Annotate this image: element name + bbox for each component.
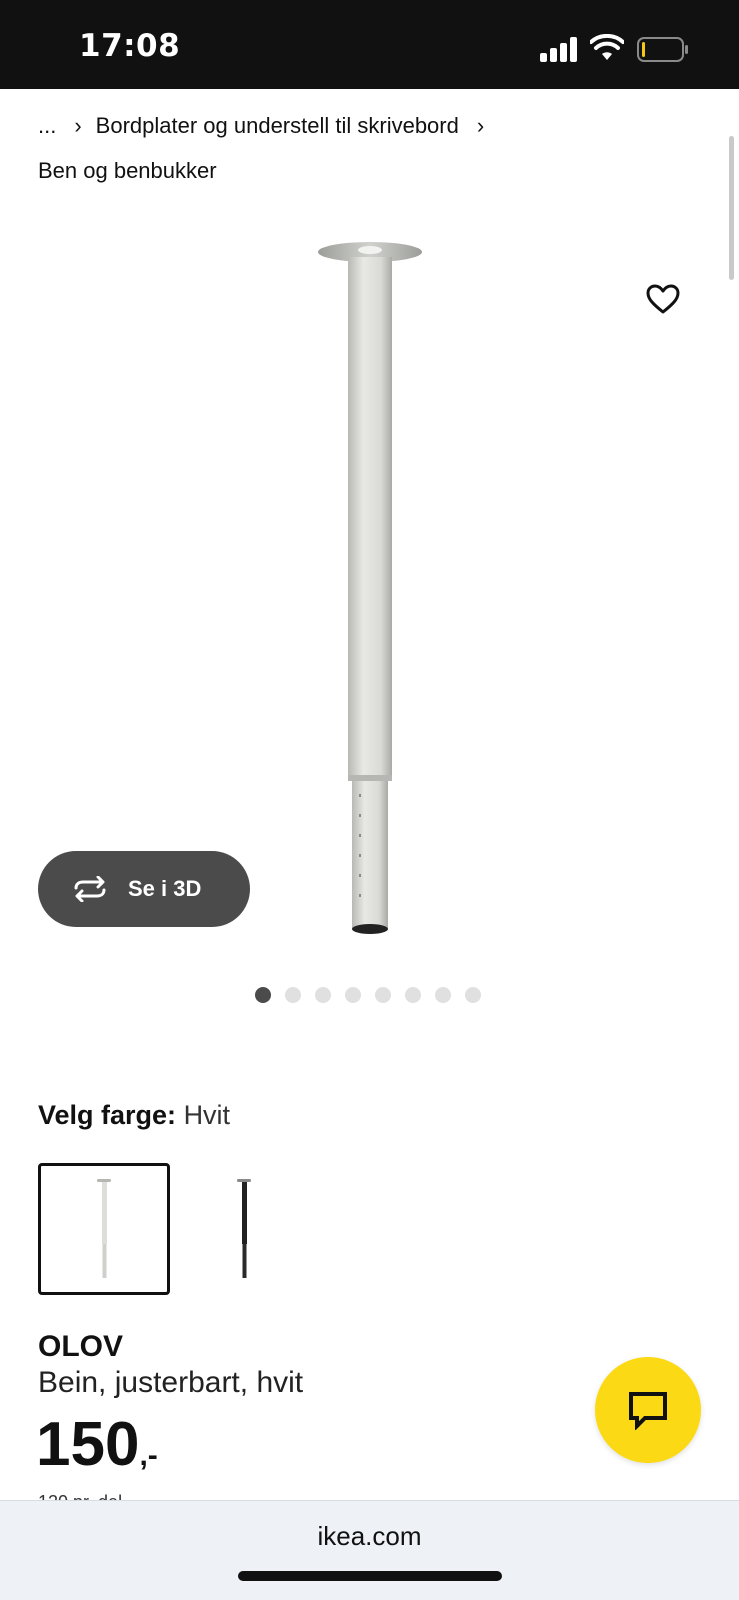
product-description: Bein, justerbart, hvit bbox=[38, 1366, 304, 1399]
product-image[interactable] bbox=[300, 239, 440, 939]
carousel-dot[interactable] bbox=[255, 987, 271, 1003]
carousel-dot[interactable] bbox=[405, 987, 421, 1003]
carousel-dot[interactable] bbox=[465, 987, 481, 1003]
battery-icon bbox=[637, 37, 688, 62]
color-value: Hvit bbox=[183, 1100, 231, 1130]
scrollbar[interactable] bbox=[729, 136, 734, 280]
view-3d-label: Se i 3D bbox=[128, 876, 202, 901]
carousel-dot[interactable] bbox=[435, 987, 451, 1003]
breadcrumb: ... › Bordplater og understell til skriveb… bbox=[38, 103, 718, 193]
carousel-dot[interactable] bbox=[285, 987, 301, 1003]
breadcrumb-separator: › bbox=[74, 113, 82, 138]
status-bar: 17:08 bbox=[0, 0, 739, 89]
status-time: 17:08 bbox=[79, 28, 181, 64]
product-price: 150,- bbox=[36, 1414, 158, 1476]
price-whole: 150 bbox=[36, 1410, 140, 1479]
carousel-dots bbox=[255, 987, 481, 1003]
browser-address-bar[interactable]: ikea.com bbox=[0, 1500, 739, 1600]
color-swatch-white[interactable] bbox=[38, 1163, 170, 1295]
breadcrumb-separator: › bbox=[476, 113, 485, 138]
chat-button[interactable] bbox=[595, 1357, 701, 1463]
home-indicator[interactable] bbox=[238, 1571, 502, 1581]
carousel-dot[interactable] bbox=[375, 987, 391, 1003]
url-text[interactable]: ikea.com bbox=[0, 1521, 739, 1552]
color-label: Velg farge: bbox=[38, 1100, 177, 1130]
heart-icon bbox=[646, 284, 680, 314]
carousel-dot[interactable] bbox=[315, 987, 331, 1003]
price-suffix: ,- bbox=[139, 1439, 158, 1472]
breadcrumb-item-legs[interactable]: Ben og benbukker bbox=[38, 158, 217, 183]
swatch-thumbnail bbox=[237, 1179, 251, 1278]
cellular-signal-icon bbox=[540, 36, 578, 62]
favorite-button[interactable] bbox=[643, 279, 683, 319]
color-swatch-black[interactable] bbox=[178, 1163, 310, 1295]
chat-icon bbox=[629, 1392, 667, 1430]
product-page[interactable]: ... › Bordplater og understell til skriveb… bbox=[0, 89, 739, 1500]
swatch-thumbnail bbox=[97, 1179, 111, 1278]
view-3d-button[interactable]: Se i 3D bbox=[38, 851, 250, 927]
price-subtext: 120 pr. del bbox=[38, 1492, 122, 1500]
breadcrumb-item-ellipsis[interactable]: ... bbox=[38, 113, 56, 138]
carousel-dot[interactable] bbox=[345, 987, 361, 1003]
color-picker-heading: Velg farge: Hvit bbox=[38, 1100, 230, 1131]
breadcrumb-item-desk-tops[interactable]: Bordplater og understell til skrivebord bbox=[96, 113, 459, 138]
wifi-icon bbox=[590, 34, 624, 60]
rotate-3d-icon bbox=[74, 876, 106, 902]
product-name: OLOV bbox=[38, 1330, 124, 1363]
